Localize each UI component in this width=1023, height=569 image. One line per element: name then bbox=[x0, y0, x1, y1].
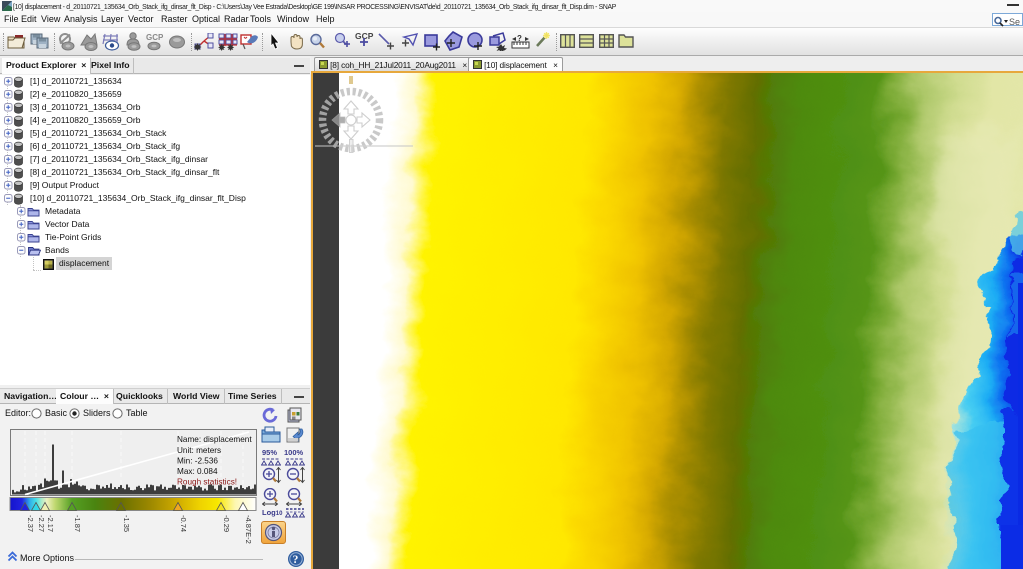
svg-text:Min: -2.536: Min: -2.536 bbox=[177, 457, 218, 466]
svg-text:-0.74: -0.74 bbox=[179, 515, 188, 532]
svg-text:Max: 0.084: Max: 0.084 bbox=[177, 467, 218, 476]
svg-text:-4.87E-2: -4.87E-2 bbox=[244, 515, 253, 544]
svg-text:?: ? bbox=[293, 554, 299, 566]
svg-text:-2.17: -2.17 bbox=[46, 515, 55, 532]
svg-text:-1.87: -1.87 bbox=[73, 515, 82, 532]
svg-text:Unit: meters: Unit: meters bbox=[177, 446, 221, 455]
svg-text:Name: displacement: Name: displacement bbox=[177, 435, 252, 444]
svg-text:Se: Se bbox=[1009, 17, 1020, 27]
svg-text:GCP: GCP bbox=[146, 33, 164, 42]
svg-text:-1.35: -1.35 bbox=[122, 515, 131, 532]
svg-text:Rough statistics!: Rough statistics! bbox=[177, 478, 237, 487]
svg-text:-2.37: -2.37 bbox=[26, 515, 35, 532]
svg-text:-0.29: -0.29 bbox=[222, 515, 231, 532]
svg-text:-2.27: -2.27 bbox=[37, 515, 46, 532]
